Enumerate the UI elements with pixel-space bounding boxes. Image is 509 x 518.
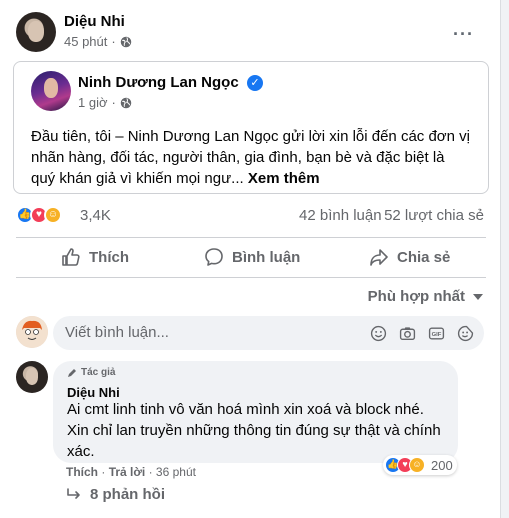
more-options-button[interactable]: ··· bbox=[453, 24, 474, 45]
chevron-down-icon bbox=[473, 293, 483, 300]
thumbs-up-icon bbox=[62, 248, 80, 266]
share-button[interactable]: Chia sẻ bbox=[369, 238, 450, 276]
comment-input[interactable]: Viết bình luận... GIF bbox=[53, 316, 484, 350]
comment-count[interactable]: 42 bình luận bbox=[299, 207, 382, 224]
shared-post[interactable]: Ninh Dương Lan Ngọc ✓ 1 giờ · Đầu tiên, … bbox=[13, 61, 489, 194]
speech-bubble-icon bbox=[205, 248, 223, 266]
globe-icon bbox=[120, 97, 132, 108]
sticker-icon[interactable] bbox=[457, 325, 474, 342]
author-badge: Tác giả bbox=[67, 367, 115, 378]
replies-label: 8 phản hồi bbox=[90, 486, 165, 503]
comment-bubble: Tác giả Diệu Nhi Ai cmt linh tinh vô văn… bbox=[53, 361, 458, 463]
comment-label: Bình luận bbox=[232, 248, 301, 266]
svg-text:GIF: GIF bbox=[432, 332, 442, 338]
composer-tools: GIF bbox=[370, 325, 474, 342]
see-more-link[interactable]: Xem thêm bbox=[248, 170, 320, 187]
comment-text: Ai cmt linh tinh vô văn hoá mình xin xoá… bbox=[67, 401, 441, 460]
care-reaction-icon: ☺ bbox=[409, 457, 425, 473]
commenter-avatar[interactable] bbox=[16, 361, 48, 393]
like-label: Thích bbox=[89, 248, 129, 266]
globe-icon bbox=[120, 36, 131, 47]
author-name[interactable]: Diệu Nhi bbox=[64, 13, 125, 30]
share-label: Chia sẻ bbox=[397, 248, 451, 266]
post-time[interactable]: 45 phút bbox=[64, 34, 107, 49]
emoji-icon[interactable] bbox=[370, 325, 387, 342]
reply-arrow-icon bbox=[67, 487, 80, 499]
comment-reaction-count: 200 bbox=[431, 457, 453, 473]
comment-reactions[interactable]: 👍 ♥ ☺ 200 bbox=[383, 455, 457, 475]
shared-author-avatar[interactable] bbox=[31, 71, 71, 111]
reaction-summary: 👍 ♥ ☺ 3,4K 42 bình luận 52 lượt chia sẻ bbox=[16, 202, 486, 228]
shared-meta: 1 giờ · bbox=[78, 95, 132, 110]
author-badge-label: Tác giả bbox=[81, 367, 116, 378]
shared-post-text: Đầu tiên, tôi – Ninh Dương Lan Ngọc gửi … bbox=[31, 126, 471, 189]
care-reaction-icon[interactable]: ☺ bbox=[44, 206, 62, 224]
comment-time[interactable]: 36 phút bbox=[156, 465, 196, 479]
share-count[interactable]: 52 lượt chia sẻ bbox=[384, 207, 484, 224]
pencil-icon bbox=[68, 368, 76, 377]
gif-icon[interactable]: GIF bbox=[428, 325, 445, 342]
author-avatar[interactable] bbox=[16, 12, 56, 52]
comment-sort-dropdown[interactable]: Phù hợp nhất bbox=[368, 288, 483, 305]
verified-badge-icon: ✓ bbox=[247, 75, 263, 91]
user-avatar-icon bbox=[16, 316, 48, 348]
shared-author-name[interactable]: Ninh Dương Lan Ngọc bbox=[78, 74, 239, 91]
shared-time[interactable]: 1 giờ bbox=[78, 95, 108, 110]
comment-like-link[interactable]: Thích bbox=[66, 465, 98, 479]
camera-icon[interactable] bbox=[399, 325, 416, 342]
view-replies-button[interactable]: 8 phản hồi bbox=[66, 486, 165, 503]
share-arrow-icon bbox=[370, 249, 388, 266]
current-user-avatar[interactable] bbox=[16, 316, 48, 348]
divider bbox=[16, 277, 486, 278]
reaction-count[interactable]: 3,4K bbox=[80, 207, 111, 224]
post-meta: 45 phút · bbox=[64, 34, 132, 49]
post-card: Diệu Nhi 45 phút · ··· Ninh Dương Lan Ng… bbox=[0, 0, 501, 518]
like-button[interactable]: Thích bbox=[61, 238, 129, 276]
comment-button[interactable]: Bình luận bbox=[204, 238, 300, 276]
comment-placeholder: Viết bình luận... bbox=[65, 324, 169, 341]
comment-actions: Thích · Trả lời · 36 phút bbox=[66, 465, 196, 479]
sort-label: Phù hợp nhất bbox=[367, 288, 465, 305]
commenter-name[interactable]: Diệu Nhi bbox=[67, 385, 120, 400]
comment-reply-link[interactable]: Trả lời bbox=[109, 465, 146, 479]
